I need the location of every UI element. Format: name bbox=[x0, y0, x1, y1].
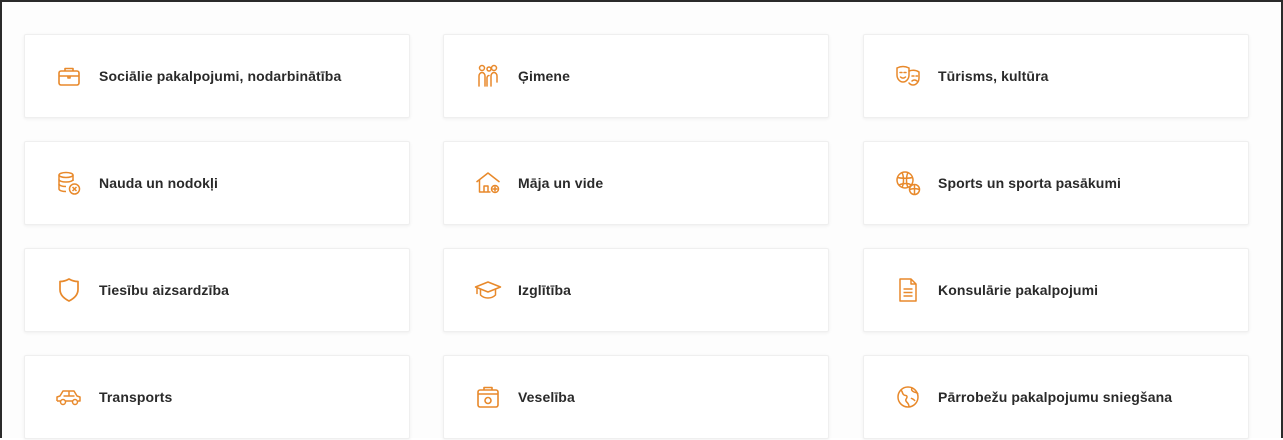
category-label: Tiesību aizsardzība bbox=[99, 282, 230, 298]
page-frame: Sociālie pakalpojumi, nodarbinātība Ģime… bbox=[0, 0, 1283, 440]
category-card-education[interactable]: Izglītība bbox=[443, 248, 829, 332]
category-label: Tūrisms, kultūra bbox=[938, 68, 1049, 84]
car-icon bbox=[53, 381, 85, 413]
briefcase-icon bbox=[53, 60, 85, 92]
category-card-family[interactable]: Ģimene bbox=[443, 34, 829, 118]
document-icon bbox=[892, 274, 924, 306]
family-icon bbox=[472, 60, 504, 92]
sports-balls-icon bbox=[892, 167, 924, 199]
category-label: Nauda un nodokļi bbox=[99, 175, 219, 191]
category-card-health[interactable]: Veselība bbox=[443, 355, 829, 439]
category-card-legal-protection[interactable]: Tiesību aizsardzība bbox=[24, 248, 410, 332]
theater-masks-icon bbox=[892, 60, 924, 92]
category-card-sports[interactable]: Sports un sporta pasākumi bbox=[863, 141, 1249, 225]
category-card-money-taxes[interactable]: Nauda un nodokļi bbox=[24, 141, 410, 225]
category-label: Māja un vide bbox=[518, 175, 604, 191]
category-card-transport[interactable]: Transports bbox=[24, 355, 410, 439]
category-card-social-services[interactable]: Sociālie pakalpojumi, nodarbinātība bbox=[24, 34, 410, 118]
category-label: Sports un sporta pasākumi bbox=[938, 175, 1121, 191]
category-label: Transports bbox=[99, 389, 173, 405]
category-grid: Sociālie pakalpojumi, nodarbinātība Ģime… bbox=[2, 2, 1283, 440]
first-aid-kit-icon bbox=[472, 381, 504, 413]
category-label: Veselība bbox=[518, 389, 575, 405]
graduation-cap-icon bbox=[472, 274, 504, 306]
category-label: Sociālie pakalpojumi, nodarbinātība bbox=[99, 68, 342, 84]
category-card-cross-border-services[interactable]: Pārrobežu pakalpojumu sniegšana bbox=[863, 355, 1249, 439]
shield-icon bbox=[53, 274, 85, 306]
category-label: Konsulārie pakalpojumi bbox=[938, 282, 1099, 298]
category-card-consular-services[interactable]: Konsulārie pakalpojumi bbox=[863, 248, 1249, 332]
category-label: Pārrobežu pakalpojumu sniegšana bbox=[938, 389, 1173, 405]
category-card-home-environment[interactable]: Māja un vide bbox=[443, 141, 829, 225]
globe-icon bbox=[892, 381, 924, 413]
house-icon bbox=[472, 167, 504, 199]
category-label: Ģimene bbox=[518, 68, 570, 84]
category-card-tourism-culture[interactable]: Tūrisms, kultūra bbox=[863, 34, 1249, 118]
category-label: Izglītība bbox=[518, 282, 572, 298]
coins-icon bbox=[53, 167, 85, 199]
